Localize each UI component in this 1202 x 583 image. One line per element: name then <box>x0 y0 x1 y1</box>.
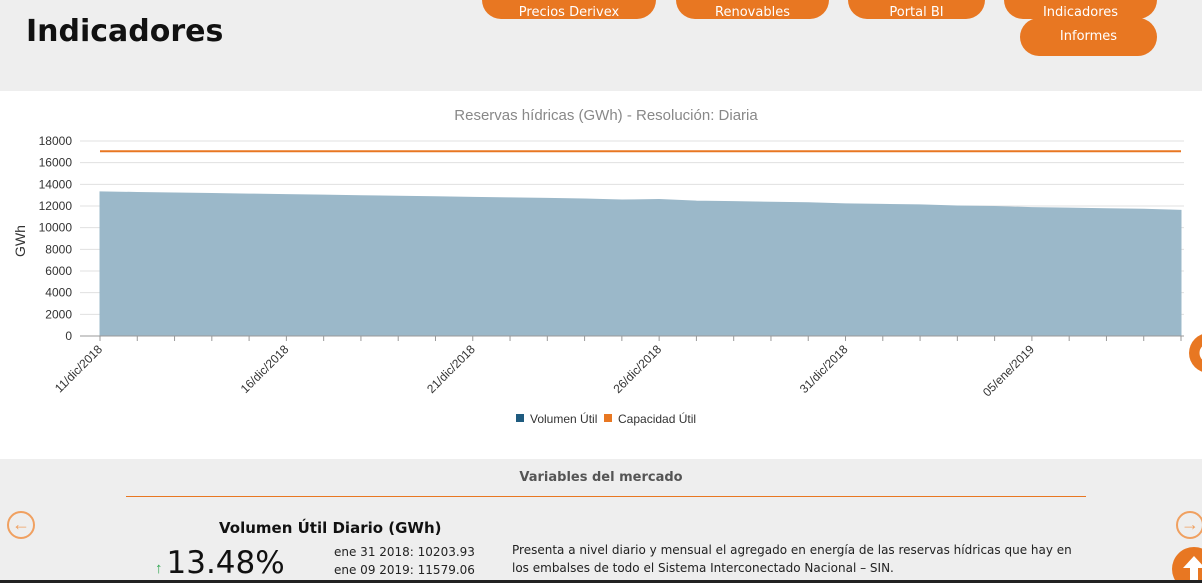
headset-icon <box>1199 346 1202 360</box>
comparison-value-2: ene 09 2019: 11579.06 <box>334 563 475 577</box>
y-tick-label: 18000 <box>39 134 73 148</box>
x-tick-label: 21/dic/2018 <box>424 342 478 396</box>
floating-action-button[interactable] <box>1189 333 1202 373</box>
y-tick-label: 8000 <box>45 242 72 256</box>
y-tick-label: 12000 <box>39 199 73 213</box>
y-tick-label: 6000 <box>45 264 72 278</box>
chart-panel: Reservas hídricas (GWh) - Resolución: Di… <box>0 91 1202 459</box>
trend-up-icon: ↑ <box>155 560 163 577</box>
x-tick-label: 26/dic/2018 <box>610 342 664 396</box>
reservas-chart: Reservas hídricas (GWh) - Resolución: Di… <box>12 107 1184 426</box>
y-tick-label: 16000 <box>39 156 73 170</box>
arrow-left-icon: ← <box>12 514 30 534</box>
nav-button-indicadores[interactable]: Indicadores <box>1004 0 1157 19</box>
x-tick-label: 05/ene/2019 <box>980 342 1037 399</box>
nav-button-precios-derivex[interactable]: Precios Derivex <box>482 0 656 19</box>
x-tick-label: 16/dic/2018 <box>238 342 292 396</box>
nav-label: Precios Derivex <box>518 5 620 19</box>
indicator-description: Presenta a nivel diario y mensual el agr… <box>512 543 1072 575</box>
y-tick-label: 4000 <box>45 286 72 300</box>
chart-title: Reservas hídricas (GWh) - Resolución: Di… <box>454 107 758 124</box>
nav-button-renovables[interactable]: Renovables <box>676 0 829 19</box>
nav-button-portal-bi[interactable]: Portal BI <box>848 0 985 19</box>
legend-swatch-capacidad <box>604 414 612 422</box>
nav-label: Portal BI <box>889 5 944 19</box>
indicator-change: ↑ 13.48% <box>155 545 285 581</box>
y-tick-label: 0 <box>65 329 72 343</box>
nav-label: Renovables <box>715 5 790 19</box>
x-tick-label: 11/dic/2018 <box>52 342 105 395</box>
change-percentage: 13.48% <box>166 545 285 581</box>
legend-label-capacidad[interactable]: Capacidad Útil <box>618 411 696 426</box>
y-tick-label: 2000 <box>45 307 72 321</box>
indicator-title: Volumen Útil Diario (GWh) <box>219 519 442 537</box>
section-divider <box>126 496 1086 497</box>
nav-button-informes[interactable]: Informes <box>1020 18 1157 56</box>
scroll-top-button[interactable] <box>1172 547 1202 583</box>
header-bar: Indicadores Precios Derivex Renovables P… <box>0 0 1202 91</box>
legend-swatch-volumen <box>516 414 524 422</box>
market-variables-section: Variables del mercado ← → Volumen Útil D… <box>0 459 1202 583</box>
y-axis-label: GWh <box>12 225 28 257</box>
arrow-right-icon: → <box>1181 514 1199 534</box>
comparison-value-1: ene 31 2018: 10203.93 <box>334 545 475 559</box>
carousel-next-button[interactable]: → <box>1176 511 1202 539</box>
legend-label-volumen[interactable]: Volumen Útil <box>530 411 597 426</box>
y-tick-label: 10000 <box>39 221 73 235</box>
y-tick-label: 14000 <box>39 177 73 191</box>
page-title: Indicadores <box>26 14 224 49</box>
section-title: Variables del mercado <box>519 470 683 485</box>
chart-legend: Volumen Útil Capacidad Útil <box>516 411 696 426</box>
carousel-prev-button[interactable]: ← <box>7 511 35 539</box>
series-area <box>99 191 1182 337</box>
area-volumen-util <box>99 191 1182 337</box>
arrow-up-icon <box>1183 556 1202 581</box>
x-tick-label: 31/dic/2018 <box>797 342 851 396</box>
